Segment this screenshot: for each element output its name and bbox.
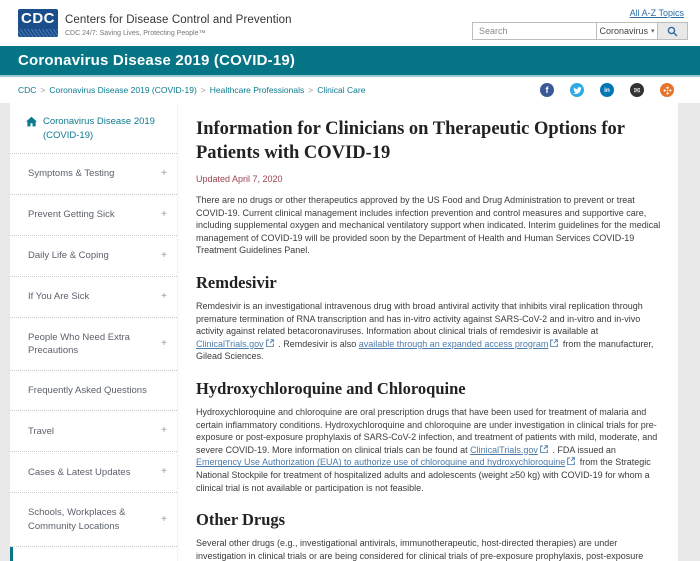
sidebar-list: Symptoms & Testing + Prevent Getting Sick…	[10, 154, 177, 561]
intro-paragraph: There are no drugs or other therapeutics…	[196, 194, 663, 257]
sidebar-link[interactable]: Symptoms & Testing +	[10, 154, 177, 194]
sidebar-link[interactable]: Healthcare Professionals−	[10, 547, 177, 561]
az-topics-link[interactable]: All A-Z Topics	[630, 8, 684, 18]
search-input[interactable]	[472, 22, 596, 40]
sidebar-item-label: People Who Need Extra Precautions	[28, 331, 155, 358]
sidebar-item-healthcare-professionals: Healthcare Professionals− Evaluation & T…	[10, 547, 177, 561]
other-drugs-paragraph: Several other drugs (e.g., investigation…	[196, 537, 663, 561]
sidebar-item-label: Daily Life & Coping	[28, 249, 109, 262]
email-icon[interactable]: ✉	[630, 83, 644, 97]
external-link-icon	[540, 445, 548, 453]
sidebar-item-label: Prevent Getting Sick	[28, 208, 115, 221]
twitter-bird-icon	[573, 86, 582, 95]
search-icon	[667, 26, 678, 37]
expand-plus-icon[interactable]: +	[161, 513, 167, 527]
external-link-icon	[550, 339, 558, 347]
inline-link[interactable]: available through an expanded access pro…	[359, 339, 549, 349]
breadcrumb-link-healthcare-professionals[interactable]: Healthcare Professionals	[210, 85, 305, 95]
breadcrumb-separator: >	[308, 85, 313, 95]
cdc-logo-icon: CDC	[18, 9, 58, 37]
inline-link[interactable]: ClinicalTrials.gov	[196, 339, 264, 349]
sidebar-item-prevent-getting-sick: Prevent Getting Sick +	[10, 195, 177, 236]
section-heading-other-drugs: Other Drugs	[196, 510, 663, 530]
sidebar-item-label: Symptoms & Testing	[28, 167, 114, 180]
syndicate-glyph-icon	[663, 86, 672, 95]
updated-date: Updated April 7, 2020	[196, 174, 663, 184]
page: CDC Centers for Disease Control and Prev…	[0, 0, 700, 561]
expand-plus-icon[interactable]: +	[161, 424, 167, 438]
breadcrumb-row: CDC > Coronavirus Disease 2019 (COVID-19) >…	[0, 77, 700, 103]
expand-plus-icon[interactable]: +	[161, 249, 167, 263]
search-scope-dropdown[interactable]: Coronavirus ▾	[596, 22, 658, 40]
remdesivir-paragraph: Remdesivir is an investigational intrave…	[196, 300, 663, 363]
twitter-icon[interactable]	[570, 83, 584, 97]
sidebar-link[interactable]: Daily Life & Coping +	[10, 236, 177, 276]
breadcrumb-link-cdc[interactable]: CDC	[18, 85, 36, 95]
syndicate-icon[interactable]	[660, 83, 674, 97]
expand-plus-icon[interactable]: +	[161, 465, 167, 479]
sidebar-link[interactable]: Prevent Getting Sick +	[10, 195, 177, 235]
section-heading-hydroxychloroquine: Hydroxychloroquine and Chloroquine	[196, 379, 663, 399]
breadcrumb-separator: >	[201, 85, 206, 95]
main-content: Information for Clinicians on Therapeuti…	[178, 103, 678, 561]
cdc-logo-text: CDC	[18, 9, 58, 29]
org-name: Centers for Disease Control and Preventi…	[65, 14, 292, 26]
chevron-down-icon: ▾	[651, 27, 655, 35]
sidebar-link[interactable]: Frequently Asked Questions	[10, 371, 177, 410]
header-right: All A-Z Topics Coronavirus ▾	[472, 6, 688, 40]
logo-text-block: Centers for Disease Control and Preventi…	[65, 10, 292, 37]
sidebar-item-if-you-are-sick: If You Are Sick +	[10, 277, 177, 318]
breadcrumb: CDC > Coronavirus Disease 2019 (COVID-19) >…	[18, 85, 365, 95]
linkedin-icon[interactable]: in	[600, 83, 614, 97]
sidebar-link[interactable]: Travel +	[10, 411, 177, 451]
page-title: Information for Clinicians on Therapeuti…	[196, 117, 663, 165]
sidebar-link[interactable]: If You Are Sick +	[10, 277, 177, 317]
org-tagline: CDC 24/7: Saving Lives, Protecting Peopl…	[65, 30, 292, 37]
search-scope-label: Coronavirus	[599, 26, 648, 36]
expand-plus-icon[interactable]: +	[161, 167, 167, 181]
page-banner: Coronavirus Disease 2019 (COVID-19)	[0, 46, 700, 77]
facebook-icon[interactable]: f	[540, 83, 554, 97]
sidebar-link[interactable]: Cases & Latest Updates +	[10, 452, 177, 492]
sidebar-item-label: Cases & Latest Updates	[28, 466, 130, 479]
expand-plus-icon[interactable]: +	[161, 290, 167, 304]
cdc-logo-hatch	[18, 29, 58, 37]
sidebar-item-label: Schools, Workplaces & Community Location…	[28, 506, 155, 533]
search-bar: Coronavirus ▾	[472, 22, 688, 40]
external-link-icon	[266, 339, 274, 347]
sidebar-item-travel: Travel +	[10, 411, 177, 452]
banner-title: Coronavirus Disease 2019 (COVID-19)	[18, 52, 295, 69]
section-heading-remdesivir: Remdesivir	[196, 273, 663, 293]
sidebar-item-label: Frequently Asked Questions	[28, 384, 147, 397]
search-button[interactable]	[658, 22, 688, 40]
sidebar-link[interactable]: People Who Need Extra Precautions +	[10, 318, 177, 371]
sidebar-link[interactable]: Schools, Workplaces & Community Location…	[10, 493, 177, 546]
sidebar-item-daily-life-coping: Daily Life & Coping +	[10, 236, 177, 277]
breadcrumb-link-clinical-care[interactable]: Clinical Care	[317, 85, 365, 95]
sidebar-item-cases-latest-updates: Cases & Latest Updates +	[10, 452, 177, 493]
inline-link[interactable]: ClinicalTrials.gov	[470, 445, 538, 455]
expand-plus-icon[interactable]: +	[161, 337, 167, 351]
sidebar-item-schools-workplaces: Schools, Workplaces & Community Location…	[10, 493, 177, 547]
sidebar-nav: Coronavirus Disease 2019 (COVID-19) Symp…	[10, 103, 178, 561]
hydroxychloroquine-paragraph: Hydroxychloroquine and chloroquine are o…	[196, 406, 663, 494]
site-header: CDC Centers for Disease Control and Prev…	[0, 0, 700, 46]
sidebar-item-label: If You Are Sick	[28, 290, 89, 303]
social-share-bar: f in ✉	[540, 83, 674, 97]
expand-plus-icon[interactable]: +	[161, 208, 167, 222]
sidebar-item-label: Travel	[28, 425, 54, 438]
inline-link[interactable]: Emergency Use Authorization (EUA) to aut…	[196, 457, 565, 467]
external-link-icon	[567, 457, 575, 465]
breadcrumb-separator: >	[40, 85, 45, 95]
breadcrumb-link-covid[interactable]: Coronavirus Disease 2019 (COVID-19)	[49, 85, 196, 95]
cdc-logo[interactable]: CDC Centers for Disease Control and Prev…	[18, 9, 292, 37]
sidebar-item-faq: Frequently Asked Questions	[10, 371, 177, 411]
content-container: Coronavirus Disease 2019 (COVID-19) Symp…	[10, 103, 678, 561]
content-zone: Coronavirus Disease 2019 (COVID-19) Symp…	[0, 103, 700, 561]
home-icon	[26, 116, 37, 127]
sidebar-home-label: Coronavirus Disease 2019 (COVID-19)	[43, 115, 167, 143]
sidebar-home-link[interactable]: Coronavirus Disease 2019 (COVID-19)	[10, 103, 177, 154]
sidebar-item-symptoms-testing: Symptoms & Testing +	[10, 154, 177, 195]
sidebar-item-extra-precautions: People Who Need Extra Precautions +	[10, 318, 177, 372]
